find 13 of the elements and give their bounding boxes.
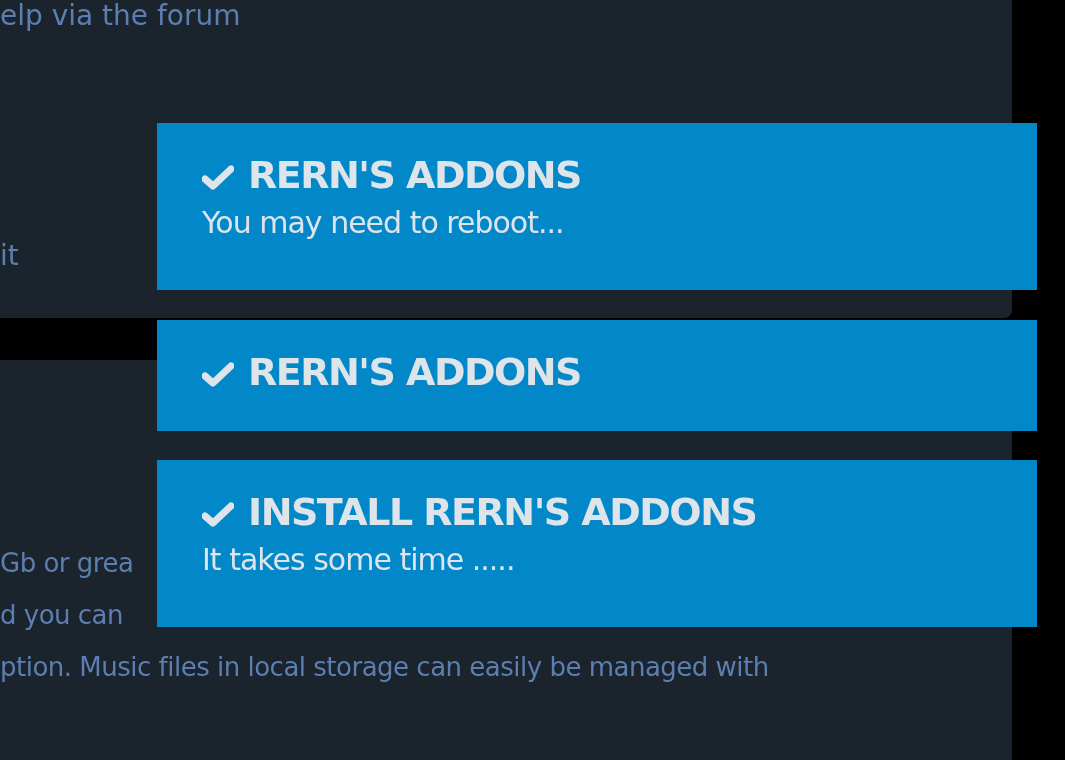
- panel-text: d you can: [0, 599, 123, 632]
- check-icon: [202, 165, 234, 191]
- notification-title: INSTALL RERN'S ADDONS: [248, 489, 757, 536]
- notification-message: It takes some time .....: [202, 541, 515, 579]
- notification-title: RERN'S ADDONS: [248, 349, 581, 396]
- panel-text: it: [0, 238, 19, 274]
- notification-title: RERN'S ADDONS: [248, 152, 581, 199]
- panel-text: ption. Music files in local storage can easily be managed with: [0, 651, 769, 684]
- check-icon: [202, 502, 234, 528]
- panel-text: Gb or grea: [0, 547, 134, 580]
- check-icon: [202, 362, 234, 388]
- notification-message: You may need to reboot...: [202, 204, 564, 242]
- panel-text: elp via the forum: [0, 0, 241, 34]
